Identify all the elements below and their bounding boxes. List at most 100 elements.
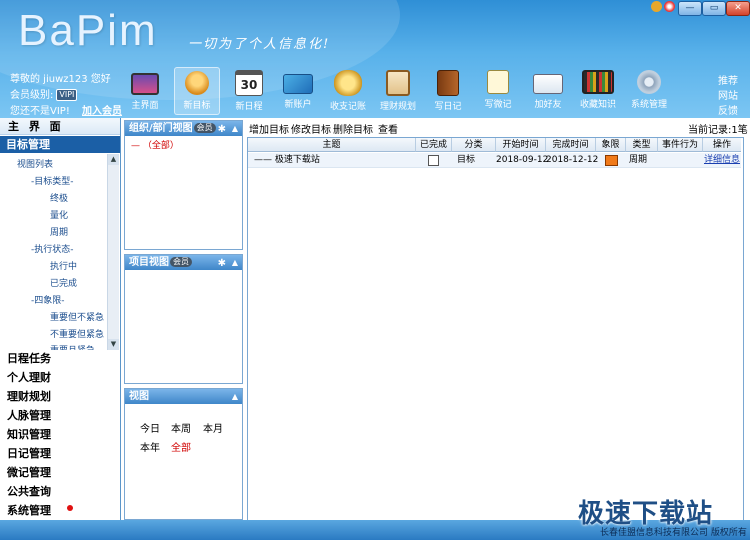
view-today[interactable]: 今日 bbox=[140, 420, 160, 435]
view-this-year[interactable]: 本年 bbox=[140, 439, 160, 454]
tree-target-type-header[interactable]: -目标类型- bbox=[31, 174, 74, 187]
nav-system-management[interactable]: 系统管理 bbox=[7, 502, 51, 518]
view-panel-header: 视图 ▲ bbox=[125, 389, 242, 404]
member-level-badge: VIPI bbox=[56, 89, 78, 101]
column-header-start-time[interactable]: 开始时间 bbox=[496, 138, 546, 152]
tree-quantified[interactable]: 量化 bbox=[50, 208, 68, 221]
close-button[interactable]: ✕ bbox=[726, 1, 750, 16]
project-view-panel: 项目视图 会员 ✱ ▲ bbox=[124, 254, 243, 384]
toolbar-write-note-button[interactable]: 写微记 bbox=[476, 70, 520, 114]
project-view-header: 项目视图 会员 ✱ ▲ bbox=[125, 255, 242, 270]
nav-tree-scrollbar[interactable]: ▲ ▼ bbox=[107, 154, 119, 350]
toolbar-new-schedule-button[interactable]: 30 新日程 bbox=[227, 70, 271, 114]
tree-view-list[interactable]: 视图列表 bbox=[17, 157, 53, 170]
add-target-button[interactable]: 增加目标 bbox=[249, 121, 289, 136]
column-header-type[interactable]: 类型 bbox=[626, 138, 658, 152]
tree-important-not-urgent[interactable]: 重要但不紧急 bbox=[50, 310, 104, 323]
panel-collapse-icon[interactable]: ▲ bbox=[232, 255, 238, 270]
scroll-up-arrow-icon[interactable]: ▲ bbox=[108, 154, 119, 165]
user-greeting: 尊敬的 jiuwz123 您好 bbox=[10, 74, 111, 85]
row-end-time: 2018-12-12 bbox=[546, 155, 599, 165]
member-level: 会员级别: VIPI bbox=[10, 86, 78, 101]
org-view-title: 组织/部门视图 bbox=[129, 123, 193, 134]
toolbar-new-account-button[interactable]: 新账户 bbox=[276, 70, 320, 114]
edit-target-button[interactable]: 修改目标 bbox=[291, 121, 331, 136]
tree-in-progress[interactable]: 执行中 bbox=[50, 259, 77, 272]
view-target-button[interactable]: 查看 bbox=[378, 121, 398, 136]
browser-icon[interactable] bbox=[664, 1, 675, 12]
panel-settings-icon[interactable]: ✱ bbox=[218, 256, 226, 271]
copyright-text: 长春佳盟信息科技有限公司 版权所有 bbox=[600, 528, 747, 538]
not-vip-text: 您还不是VIP! bbox=[10, 106, 70, 117]
tree-important-urgent[interactable]: 重要且紧急 bbox=[50, 343, 95, 350]
toolbar-system-manage-button[interactable]: 系统管理 bbox=[627, 70, 671, 114]
notification-dot bbox=[67, 505, 73, 511]
card-icon bbox=[283, 74, 313, 94]
tree-execution-status-header[interactable]: -执行状态- bbox=[31, 242, 74, 255]
scroll-down-arrow-icon[interactable]: ▼ bbox=[108, 339, 119, 350]
nav-public-query[interactable]: 公共查询 bbox=[7, 483, 51, 499]
nav-personal-finance[interactable]: 个人理财 bbox=[7, 369, 51, 385]
member-level-label: 会员级别: bbox=[10, 90, 54, 101]
coins-icon bbox=[334, 70, 362, 96]
row-start-time: 2018-09-12 bbox=[496, 155, 549, 165]
view-all[interactable]: 全部 bbox=[171, 439, 191, 454]
column-header-category[interactable]: 分类 bbox=[452, 138, 496, 152]
view-this-month[interactable]: 本月 bbox=[203, 420, 223, 435]
row-details-link[interactable]: 详细信息 bbox=[703, 153, 741, 167]
target-toolbar: 增加目标 修改目标 删除目标 查看 当前记录:1笔 bbox=[245, 118, 750, 136]
column-header-completed[interactable]: 已完成 bbox=[416, 138, 452, 152]
website-link[interactable]: 网站 bbox=[718, 87, 738, 102]
member-badge: 会员 bbox=[193, 123, 216, 133]
column-header-subject[interactable]: 主题 bbox=[248, 138, 416, 152]
row-behavior bbox=[658, 153, 703, 167]
user-avatar-icon[interactable] bbox=[651, 1, 662, 12]
toolbar-write-diary-button[interactable]: 写日记 bbox=[426, 70, 470, 114]
restore-button[interactable]: ▭ bbox=[702, 1, 726, 16]
view-this-week[interactable]: 本周 bbox=[171, 420, 191, 435]
nav-target-management[interactable]: 目标管理 bbox=[0, 136, 120, 153]
tree-periodic[interactable]: 周期 bbox=[50, 225, 68, 238]
toolbar-bookkeeping-button[interactable]: 收支记账 bbox=[326, 70, 370, 114]
nav-note-management[interactable]: 微记管理 bbox=[7, 464, 51, 480]
medal-icon bbox=[185, 71, 209, 95]
row-type: 周期 bbox=[628, 155, 647, 165]
panel-settings-icon[interactable]: ✱ bbox=[218, 122, 226, 137]
view-panel-title: 视图 bbox=[129, 391, 149, 402]
recommend-link[interactable]: 推荐 bbox=[718, 72, 738, 87]
feedback-link[interactable]: 反馈 bbox=[718, 102, 738, 117]
org-view-header: 组织/部门视图 会员 ✱ ▲ bbox=[125, 121, 242, 136]
nav-finance-planning[interactable]: 理财规划 bbox=[7, 388, 51, 404]
delete-target-button[interactable]: 删除目标 bbox=[333, 121, 373, 136]
toolbar-new-target-button[interactable]: 新目标 bbox=[174, 67, 220, 115]
toolbar-home-button[interactable]: 主界面 bbox=[123, 70, 167, 114]
record-count: 当前记录:1笔 bbox=[688, 125, 748, 136]
row-subject[interactable]: —— 极速下载站 bbox=[254, 153, 320, 167]
toolbar-add-friend-button[interactable]: 加好友 bbox=[526, 70, 570, 114]
nav-contacts-management[interactable]: 人脉管理 bbox=[7, 407, 51, 423]
panel-collapse-icon[interactable]: ▲ bbox=[232, 389, 238, 404]
nav-knowledge-management[interactable]: 知识管理 bbox=[7, 426, 51, 442]
gear-icon bbox=[637, 70, 661, 94]
tree-completed[interactable]: 已完成 bbox=[50, 276, 77, 289]
column-header-behavior[interactable]: 事件行为 bbox=[658, 138, 703, 152]
column-header-quadrant[interactable]: 象限 bbox=[596, 138, 626, 152]
nav-schedule-tasks[interactable]: 日程任务 bbox=[7, 350, 51, 366]
tree-quadrant-header[interactable]: -四象限- bbox=[31, 293, 65, 306]
panel-collapse-icon[interactable]: ▲ bbox=[232, 121, 238, 136]
toolbar-collect-knowledge-button[interactable]: 收藏知识 bbox=[576, 70, 620, 114]
nav-diary-management[interactable]: 日记管理 bbox=[7, 445, 51, 461]
column-header-end-time[interactable]: 完成时间 bbox=[546, 138, 596, 152]
toolbar-finance-plan-button[interactable]: 理财规划 bbox=[376, 70, 420, 114]
target-grid: 主题 已完成 分类 开始时间 完成时间 象限 类型 事件行为 操作 —— 极速下… bbox=[247, 137, 744, 521]
column-header-action[interactable]: 操作 bbox=[703, 138, 741, 152]
tree-ultimate[interactable]: 终极 bbox=[50, 191, 68, 204]
minimize-button[interactable]: — bbox=[678, 1, 702, 16]
nav-main-interface[interactable]: 主 界 面 bbox=[0, 118, 120, 135]
row-completed-checkbox[interactable] bbox=[428, 155, 439, 166]
org-tree-all[interactable]: — （全部） bbox=[131, 138, 179, 151]
join-member-link[interactable]: 加入会员 bbox=[82, 102, 122, 117]
left-navigation: 主 界 面 目标管理 视图列表 -目标类型- 终极 量化 周期 -执行状态- 执… bbox=[0, 118, 121, 520]
tree-not-important-urgent[interactable]: 不重要但紧急 bbox=[50, 327, 104, 340]
org-view-panel: 组织/部门视图 会员 ✱ ▲ — （全部） bbox=[124, 120, 243, 250]
